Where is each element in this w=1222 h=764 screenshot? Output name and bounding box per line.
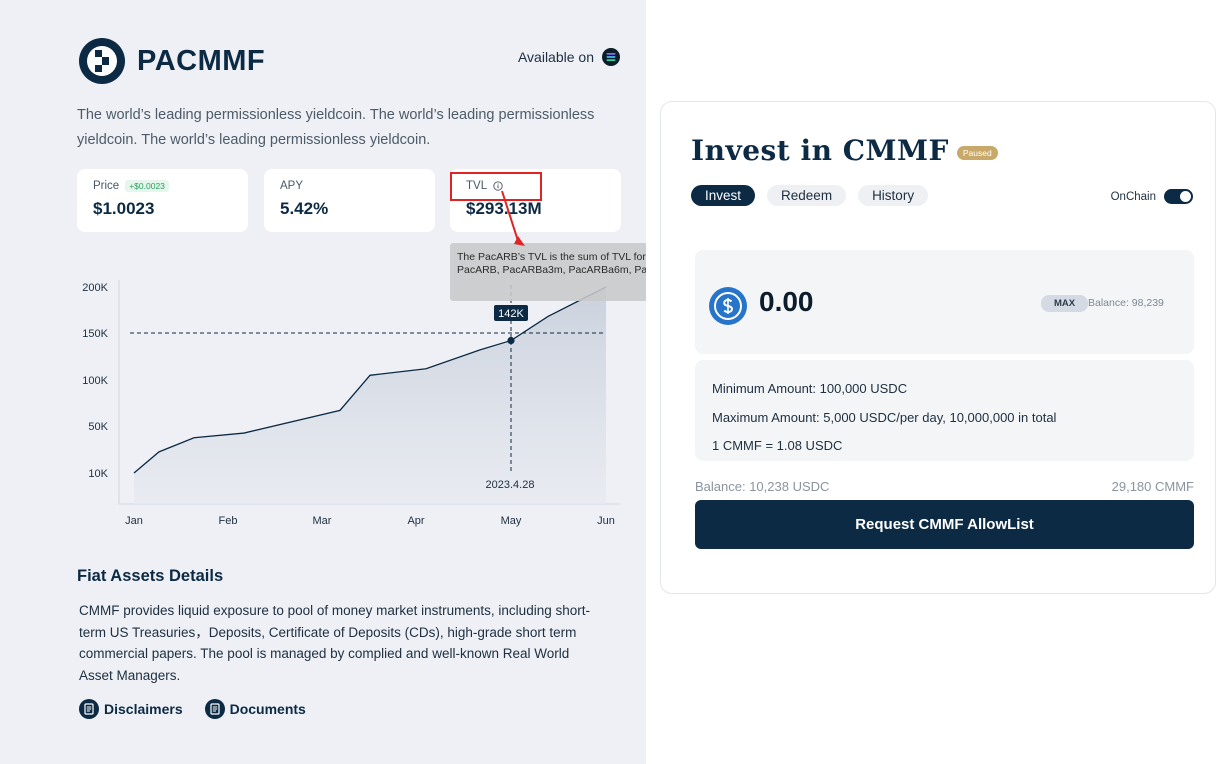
details-text: CMMF provides liquid exposure to pool of… (79, 603, 590, 684)
status-badge: Paused (956, 145, 998, 160)
tab-redeem[interactable]: Redeem (767, 185, 847, 206)
documents-label: Documents (229, 701, 306, 717)
y-tick-label: 10K (88, 468, 108, 480)
max-amount: Maximum Amount: 5,000 USDC/per day, 10,0… (712, 409, 1057, 425)
y-tick-label: 100K (82, 375, 108, 387)
available-label: Available on (517, 49, 594, 65)
y-tick-label: 150K (82, 328, 108, 340)
exchange-rate: 1 CMMF = 1.08 USDC (712, 438, 843, 453)
tvl-highlight-box (450, 172, 542, 201)
price-delta-badge: +$0.0023 (125, 180, 169, 192)
details-title: Fiat Assets Details (77, 567, 224, 585)
limits-box: Minimum Amount: 100,000 USDC Maximum Amo… (695, 360, 1194, 461)
x-tick-label: Jan (125, 515, 143, 527)
document-icon (204, 699, 225, 719)
invest-panel: Invest in CMMF Paused Invest Redeem Hist… (660, 101, 1216, 594)
tab-invest[interactable]: Invest (691, 185, 756, 206)
pacmmf-logo-icon (79, 38, 125, 84)
request-allowlist-button[interactable]: Request CMMF AllowList (695, 500, 1194, 549)
apy-label: APY (280, 180, 304, 192)
details-links: Disclaimers Documents (79, 699, 306, 719)
disclaimers-label: Disclaimers (104, 701, 183, 717)
intro-text: The world’s leading permissionless yield… (77, 107, 595, 148)
balance-row: Balance: 10,238 USDC 29,180 CMMF (695, 479, 1194, 494)
apy-value: 5.42% (280, 199, 329, 218)
y-tick-label: 50K (88, 421, 108, 433)
x-tick-label: Apr (407, 515, 424, 527)
price-label: Price (93, 180, 120, 192)
y-tick-label: 200K (82, 282, 108, 294)
solana-icon[interactable] (602, 48, 620, 66)
invest-title: Invest in CMMF (691, 134, 949, 167)
onchain-toggle-row: OnChain (1111, 189, 1193, 204)
invest-title-row: Invest in CMMF Paused (691, 134, 998, 167)
chart-area (134, 287, 606, 504)
brand-name: PACMMF (137, 44, 266, 77)
tvl-chart: 142K 2023.4.28 200K 150K 100K 50K 10K Jan Feb M… (82, 280, 620, 527)
tvl-value: $293.13M (466, 199, 542, 218)
brand[interactable]: PACMMF (77, 36, 265, 86)
onchain-label: OnChain (1110, 190, 1156, 203)
apy-card: APY 5.42% (264, 169, 435, 232)
amount-input[interactable]: 0.00 (759, 286, 814, 318)
price-value: $1.0023 (93, 199, 155, 218)
left-pane: PACMMF Available on The world’s leading … (0, 0, 777, 764)
disclaimers-link[interactable]: Disclaimers (79, 699, 183, 719)
document-icon (79, 699, 99, 719)
x-tick-label: May (501, 515, 522, 527)
usdc-icon (709, 287, 747, 325)
x-tick-label: Jun (597, 515, 615, 527)
highlight-date: 2023.4.28 (486, 479, 535, 491)
max-button[interactable]: MAX (1041, 295, 1089, 312)
x-tick-label: Feb (219, 515, 238, 527)
highlight-point (507, 336, 515, 345)
invest-tabs: Invest Redeem History (691, 185, 929, 206)
balance-cmmf: 29,180 CMMF (1111, 479, 1194, 494)
documents-link[interactable]: Documents (204, 699, 306, 719)
balance-usdc: Balance: 10,238 USDC (695, 479, 830, 494)
highlight-value: 142K (498, 308, 524, 320)
min-amount: Minimum Amount: 100,000 USDC (712, 381, 908, 396)
onchain-toggle[interactable] (1164, 189, 1193, 204)
price-card: Price +$0.0023 $1.0023 (77, 169, 248, 232)
available-on: Available on (518, 48, 620, 66)
x-tick-label: Mar (313, 515, 332, 527)
balance-hint: Balance: 98,239 (1088, 297, 1164, 309)
tab-history[interactable]: History (858, 185, 929, 206)
amount-input-box[interactable]: 0.00 MAX Balance: 98,239 (695, 250, 1194, 354)
